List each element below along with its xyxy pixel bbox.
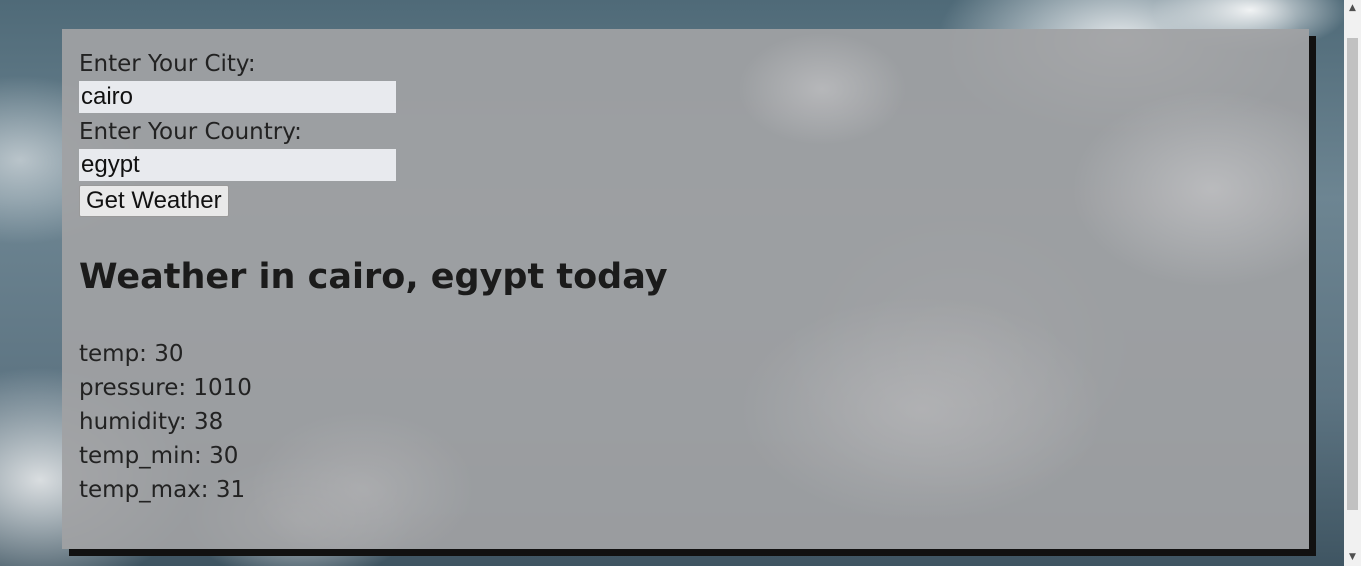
get-weather-button[interactable]: Get Weather	[79, 185, 229, 217]
city-label: Enter Your City:	[79, 51, 256, 77]
stat-temp: temp: 30	[79, 341, 184, 367]
weather-stats-list: temp: 30 pressure: 1010 humidity: 38 tem…	[79, 337, 1292, 507]
stat-humidity: humidity: 38	[79, 409, 224, 435]
stat-pressure: pressure: 1010	[79, 375, 252, 401]
vertical-scrollbar[interactable]: ▲ ▼	[1344, 0, 1361, 566]
city-input[interactable]	[79, 81, 396, 113]
scroll-down-icon[interactable]: ▼	[1344, 549, 1361, 566]
result-title: Weather in cairo, egypt today	[79, 257, 668, 297]
weather-form: Enter Your City: Enter Your Country: Get…	[79, 49, 1292, 217]
stat-temp-max: temp_max: 31	[79, 477, 246, 503]
scroll-up-icon[interactable]: ▲	[1344, 0, 1361, 17]
country-input[interactable]	[79, 149, 396, 181]
weather-card: Enter Your City: Enter Your Country: Get…	[62, 29, 1309, 549]
country-label: Enter Your Country:	[79, 119, 302, 145]
stat-temp-min: temp_min: 30	[79, 443, 239, 469]
scroll-thumb[interactable]	[1347, 38, 1358, 510]
